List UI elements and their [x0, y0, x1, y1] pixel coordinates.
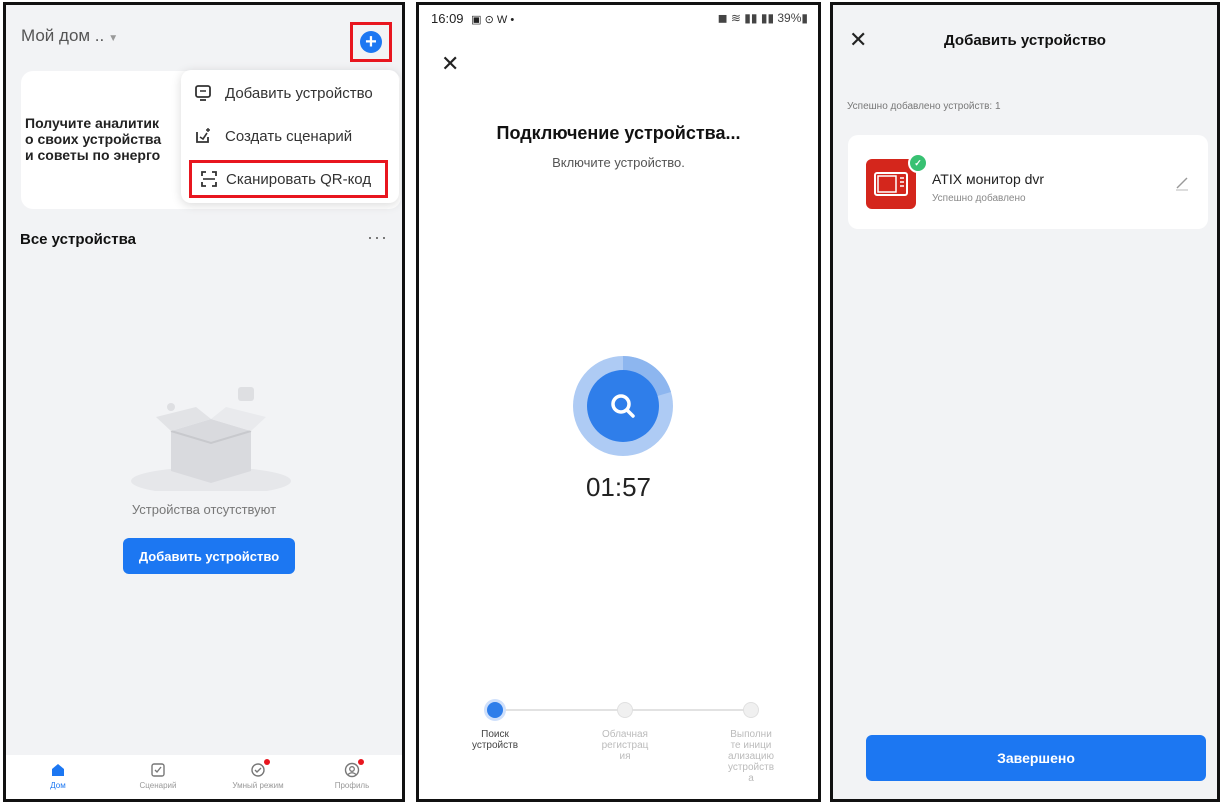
notification-dot — [264, 759, 270, 765]
tab-label: Дом — [50, 781, 66, 790]
step-label-search: Поиск устройств — [471, 729, 519, 751]
menu-item-create-scenario[interactable]: Создать сценарий — [181, 117, 399, 155]
done-button[interactable]: Завершено — [866, 735, 1206, 781]
step-dot-search — [487, 702, 503, 718]
check-icon: ✓ — [908, 153, 928, 173]
home-selector[interactable]: Мой дом .. ▼ — [21, 26, 118, 46]
device-name: ATIX монитор dvr — [932, 171, 1045, 187]
connecting-title: Подключение устройства... — [496, 123, 741, 143]
success-count: Успешно добавлено устройств: 1 — [847, 101, 1001, 112]
notification-dot — [358, 759, 364, 765]
add-button[interactable]: + — [360, 31, 382, 53]
status-bar-right: ◼ ≋ ▮▮ ▮▮ 39%▮ — [717, 11, 808, 25]
connecting-screen: 16:09 ▣ ⊙ W • ◼ ≋ ▮▮ ▮▮ 39%▮ ✕ Подключен… — [416, 2, 821, 802]
qr-scan-icon — [192, 170, 226, 188]
smart-icon — [218, 759, 298, 781]
home-name: Мой дом .. — [21, 26, 105, 45]
tab-home[interactable]: Дом — [18, 759, 98, 790]
device-status: Успешно добавлено — [932, 193, 1026, 204]
add-button-highlight: + — [350, 22, 392, 62]
chevron-down-icon: ▼ — [108, 33, 119, 44]
step-label-cloud: Облачная регистрац ия — [601, 729, 649, 762]
device-add-icon — [181, 84, 225, 102]
menu-item-scan-qr[interactable]: Сканировать QR-код — [189, 160, 388, 198]
step-dot-init — [743, 702, 759, 718]
menu-item-label: Добавить устройство — [225, 84, 373, 102]
search-animation — [567, 354, 679, 458]
menu-item-label: Сканировать QR-код — [226, 170, 372, 188]
add-dropdown-menu: Добавить устройство Создать сценарий Ска… — [181, 70, 399, 203]
device-added-screen: ✕ Добавить устройство Успешно добавлено … — [830, 2, 1220, 802]
close-icon[interactable]: ✕ — [441, 51, 459, 77]
status-time: 16:09 — [431, 11, 464, 26]
empty-box-illustration — [126, 381, 296, 495]
add-device-button[interactable]: Добавить устройство — [123, 538, 295, 574]
scenario-icon — [118, 759, 198, 781]
bottom-tab-bar: Дом Сценарий Умный режим Профиль — [6, 755, 402, 799]
connecting-subtitle: Включите устройство. — [552, 155, 685, 170]
more-options-icon[interactable]: ··· — [367, 227, 388, 248]
tab-label: Умный режим — [232, 781, 284, 790]
step-dot-cloud — [617, 702, 633, 718]
tab-profile[interactable]: Профиль — [312, 759, 392, 790]
scenario-add-icon — [181, 127, 225, 145]
menu-item-label: Создать сценарий — [225, 127, 353, 145]
home-screen: Мой дом .. ▼ + Получите аналитик о своих … — [3, 2, 405, 802]
status-bar-left: 16:09 ▣ ⊙ W • — [431, 11, 514, 26]
device-card[interactable]: ✓ ATIX монитор dvr Успешно добавлено — [848, 135, 1208, 229]
tab-scenario[interactable]: Сценарий — [118, 759, 198, 790]
plus-icon: + — [365, 31, 377, 53]
promo-text: Получите аналитик о своих устройства и с… — [25, 115, 162, 163]
status-icons: ▣ ⊙ W • — [471, 14, 515, 26]
countdown-timer: 01:57 — [585, 472, 652, 502]
all-devices-title: Все устройства — [20, 231, 136, 248]
page-title: Добавить устройство — [944, 32, 1106, 49]
menu-item-add-device[interactable]: Добавить устройство — [181, 74, 399, 112]
tab-label: Профиль — [334, 781, 370, 790]
edit-icon[interactable] — [1174, 175, 1190, 196]
tab-smart[interactable]: Умный режим — [218, 759, 298, 790]
empty-state-text: Устройства отсутствуют — [131, 502, 277, 517]
home-icon — [18, 759, 98, 781]
profile-icon — [312, 759, 392, 781]
tab-label: Сценарий — [139, 781, 177, 790]
step-label-init: Выполни те иници ализацию устройств а — [727, 729, 775, 784]
